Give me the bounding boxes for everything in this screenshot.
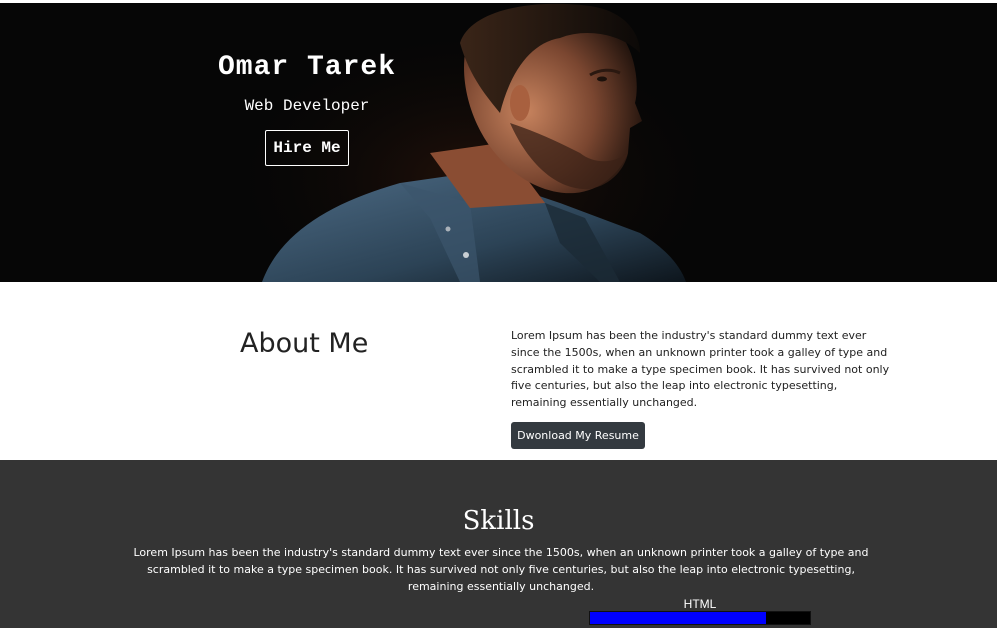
hero-section: Omar Tarek Web Developer Hire Me (0, 3, 997, 282)
hire-me-button[interactable]: Hire Me (265, 130, 349, 166)
skill-progress-bar-html (589, 611, 811, 625)
skill-label-html: HTML (683, 597, 717, 611)
skill-progress-fill-html (590, 612, 766, 624)
about-section: About Me Lorem Ipsum has been the indust… (0, 282, 997, 460)
hero-text-block: Omar Tarek Web Developer Hire Me (200, 51, 414, 166)
skills-title: Skills (462, 506, 535, 536)
about-text: Lorem Ipsum has been the industry's stan… (511, 329, 890, 410)
hero-role: Web Developer (244, 97, 370, 115)
skills-section: Skills Lorem Ipsum has been the industry… (0, 460, 997, 628)
hero-name: Omar Tarek (217, 52, 397, 83)
skills-text: Lorem Ipsum has been the industry's stan… (133, 546, 869, 593)
download-resume-button[interactable]: Dwonload My Resume (511, 422, 645, 449)
about-title: About Me (240, 328, 369, 359)
hero-portrait-photo (0, 3, 997, 282)
